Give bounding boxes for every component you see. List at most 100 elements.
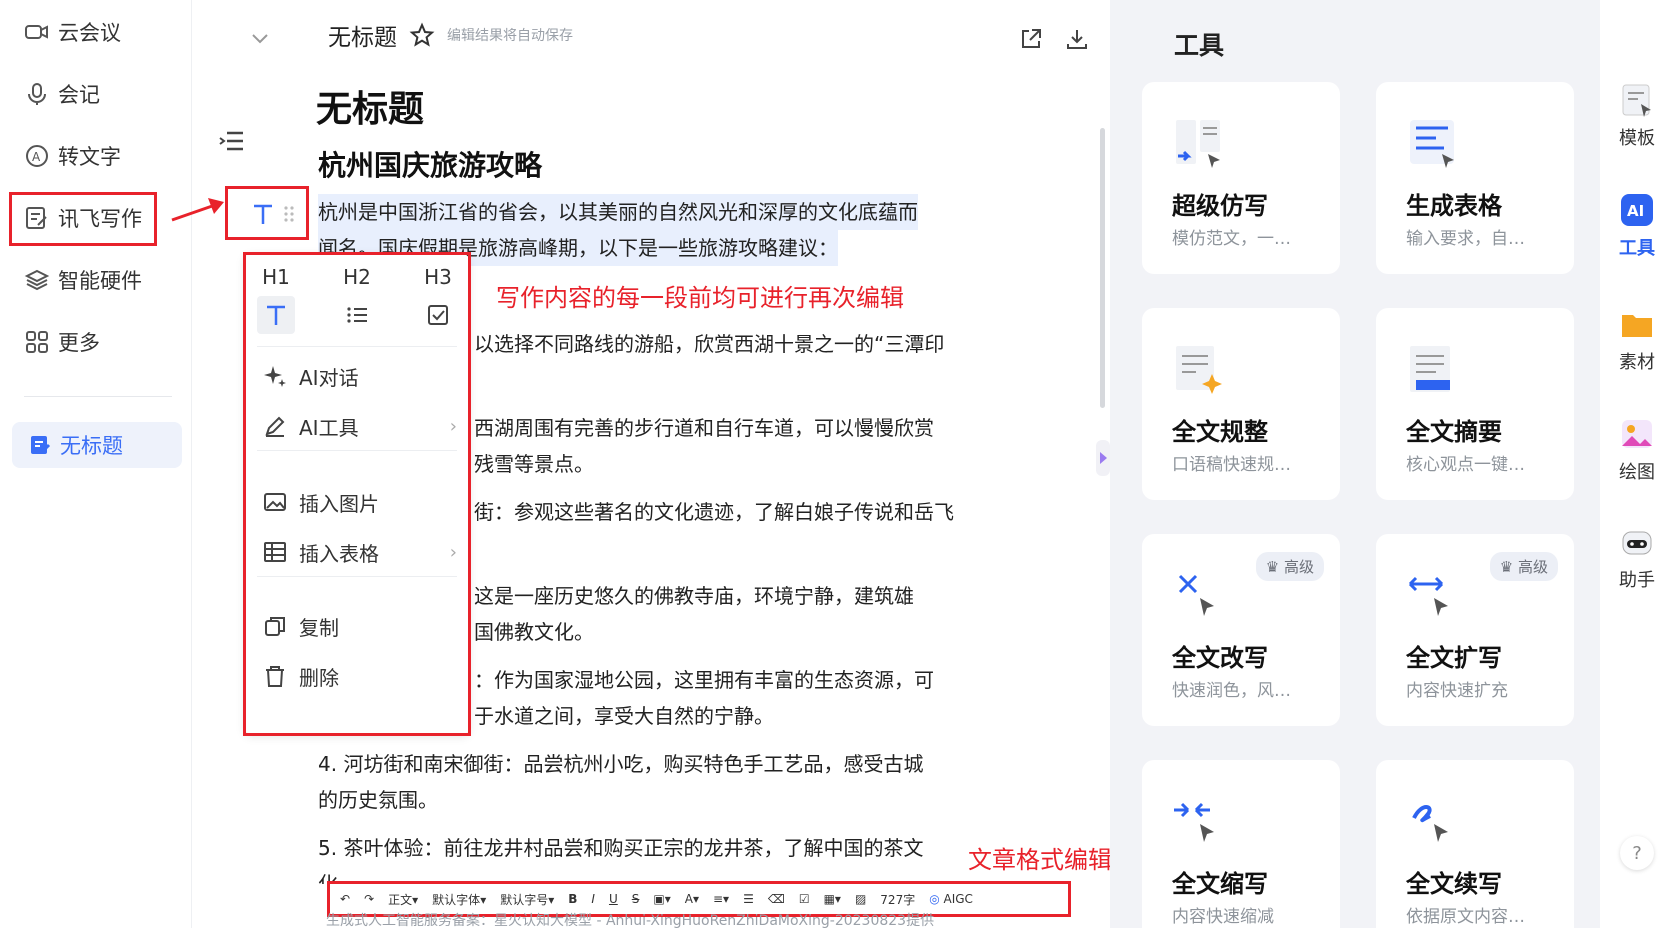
paragraph-line[interactable]: 街：参观这些著名的文化遗迹，了解白娘子传说和岳飞 [474, 494, 954, 530]
chevron-down-icon[interactable] [248, 26, 272, 50]
grid-icon [26, 331, 48, 353]
layers-icon [24, 269, 50, 291]
tool-card-name: 全文摘要 [1406, 418, 1502, 446]
rewrite-icon [1178, 574, 1214, 616]
tool-card-name: 全文扩写 [1406, 644, 1502, 672]
doc-item-label: 无标题 [60, 434, 123, 458]
document-title[interactable]: 无标题 [316, 80, 424, 132]
tool-card-summary[interactable]: 全文摘要 核心观点一键… [1376, 308, 1574, 500]
tool-card-name: 生成表格 [1406, 192, 1502, 220]
doc-item-untitled[interactable]: 无标题 [12, 422, 182, 468]
nav-item-more[interactable]: 更多 [24, 322, 100, 362]
rail-label: 模板 [1619, 128, 1655, 149]
paragraph-line[interactable]: 4. 河坊街和南宋御街：品尝杭州小吃，购买特色手工艺品，感受古城 [318, 746, 923, 782]
transcribe-icon: A [26, 145, 48, 167]
highlight-writing-nav [9, 192, 157, 246]
tool-card-desc: 快速润色，风… [1172, 681, 1291, 701]
rail-item-assistant[interactable]: 助手 [1600, 524, 1674, 592]
tool-card-name: 全文规整 [1172, 418, 1268, 446]
help-button[interactable]: ? [1620, 836, 1654, 870]
right-rail: 模板 AI 工具 素材 绘图 助手 [1600, 0, 1674, 928]
outline-icon[interactable] [218, 128, 246, 154]
paragraph-line[interactable]: 的历史氛围。 [318, 782, 438, 818]
star-icon[interactable] [409, 22, 435, 48]
rail-item-draw[interactable]: 绘图 [1600, 416, 1674, 484]
panel-toggle[interactable] [1096, 440, 1110, 476]
footer-disclaimer: 生成式人工智能服务备案：星火认知大模型 - Anhui-XingHuoRenZh… [326, 913, 935, 929]
nav-item-transcribe[interactable]: A 转文字 [24, 136, 121, 176]
ai-tools-icon: AI [1621, 194, 1653, 226]
annotation-arrow [171, 198, 224, 222]
paragraph-line[interactable]: 残雪等景点。 [474, 446, 594, 482]
tool-card-desc: 模仿范文，一… [1172, 229, 1291, 249]
nav-label: 转文字 [58, 145, 121, 169]
paragraph-line[interactable]: 于水道之间，享受大自然的宁静。 [474, 698, 774, 734]
rail-label: 素材 [1619, 352, 1655, 373]
rail-label: 助手 [1619, 570, 1655, 591]
tool-card-desc: 内容快速缩减 [1172, 907, 1274, 927]
paragraph-line[interactable]: 以选择不同路线的游船，欣赏西湖十景之一的“三潭印 [474, 326, 944, 362]
autosave-hint: 编辑结果将自动保存 [447, 28, 573, 44]
tool-card-name: 全文续写 [1406, 870, 1502, 898]
rail-item-tools[interactable]: AI 工具 [1600, 192, 1674, 260]
table-generate-icon [1410, 120, 1454, 168]
highlight-block-handle [225, 186, 309, 240]
title-bar: 无标题 编辑结果将自动保存 [328, 18, 573, 52]
paragraph-line[interactable]: 国佛教文化。 [474, 614, 594, 650]
svg-text:A: A [32, 150, 41, 164]
nav-label: 云会议 [58, 21, 121, 45]
paragraph-line[interactable]: ：作为国家湿地公园，这里拥有丰富的生态资源，可 [474, 662, 934, 698]
highlight-block-menu [243, 252, 471, 736]
tool-card-name: 全文改写 [1172, 644, 1268, 672]
tool-card-imitate[interactable]: 超级仿写 模仿范文，一… [1142, 82, 1340, 274]
paragraph-line[interactable]: 杭州是中国浙江省的省会，以其美丽的自然风光和深厚的文化底蕴而 [318, 194, 918, 230]
continue-icon [1412, 805, 1448, 842]
folder-icon [1622, 315, 1652, 337]
expand-icon [1408, 576, 1448, 616]
imitate-icon [1176, 120, 1220, 168]
rail-item-materials[interactable]: 素材 [1600, 306, 1674, 374]
paragraph-line[interactable]: 西湖周围有完善的步行道和自行车道，可以慢慢欣赏 [474, 410, 934, 446]
nav-item-notes[interactable]: 会记 [24, 74, 100, 114]
paragraph-line[interactable]: 这是一座历史悠久的佛教寺庙，环境宁静，建筑雄 [474, 578, 914, 614]
rail-label: 工具 [1619, 238, 1655, 259]
tools-title: 工具 [1174, 31, 1225, 60]
tools-panel: 工具 超级仿写 模仿范文，一… 生成表格 输入要求，自… 全文规整 口语稿快速规… [1110, 0, 1600, 952]
template-icon [1622, 84, 1651, 117]
nav-label: 智能硬件 [58, 269, 142, 293]
doc-title-small[interactable]: 无标题 [328, 18, 397, 52]
nav-item-hardware[interactable]: 智能硬件 [24, 260, 142, 300]
tool-card-desc: 口语稿快速规… [1172, 455, 1291, 475]
caret-right-icon [1100, 452, 1107, 464]
rail-item-templates[interactable]: 模板 [1600, 82, 1674, 150]
share-icon[interactable] [1018, 26, 1044, 52]
tool-card-condense[interactable]: 全文缩写 内容快速缩减 [1142, 760, 1340, 952]
premium-badge: ♛ 高级 [1255, 552, 1324, 581]
document-heading[interactable]: 杭州国庆旅游攻略 [318, 144, 542, 184]
tool-card-desc: 核心观点一键… [1406, 455, 1525, 475]
scrollbar[interactable] [1100, 128, 1105, 408]
tool-card-tidy[interactable]: 全文规整 口语稿快速规… [1142, 308, 1340, 500]
nav-item-meeting[interactable]: 云会议 [24, 12, 121, 52]
tool-card-rewrite[interactable]: ♛ 高级 全文改写 快速润色，风… [1142, 534, 1340, 726]
paragraph-line[interactable]: 5. 茶叶体验：前往龙井村品尝和购买正宗的龙井茶，了解中国的茶文 [318, 830, 923, 866]
svg-text:AI: AI [1627, 202, 1644, 220]
mic-icon [28, 83, 46, 105]
tool-card-name: 全文缩写 [1172, 870, 1268, 898]
tool-card-desc: 依据原文内容… [1406, 907, 1525, 927]
tidy-icon [1176, 346, 1222, 394]
tool-card-name: 超级仿写 [1172, 192, 1268, 220]
nav-label: 会记 [58, 83, 100, 107]
tool-card-table[interactable]: 生成表格 输入要求，自… [1376, 82, 1574, 274]
download-icon[interactable] [1064, 26, 1090, 52]
nav-divider [24, 396, 172, 397]
image-gradient-icon [1622, 420, 1652, 448]
video-icon [25, 25, 48, 39]
tool-card-desc: 输入要求，自… [1406, 229, 1525, 249]
tool-card-continue[interactable]: 全文续写 依据原文内容… [1376, 760, 1574, 952]
left-sidebar: 云会议 会记 A 转文字 讯飞写作 智能硬件 更多 无标题 [0, 0, 192, 928]
tool-card-expand[interactable]: ♛ 高级 全文扩写 内容快速扩充 [1376, 534, 1574, 726]
annotation-block-edit: 写作内容的每一段前均可进行再次编辑 [496, 284, 904, 312]
doc-edit-icon [31, 436, 51, 454]
condense-icon [1174, 802, 1214, 842]
